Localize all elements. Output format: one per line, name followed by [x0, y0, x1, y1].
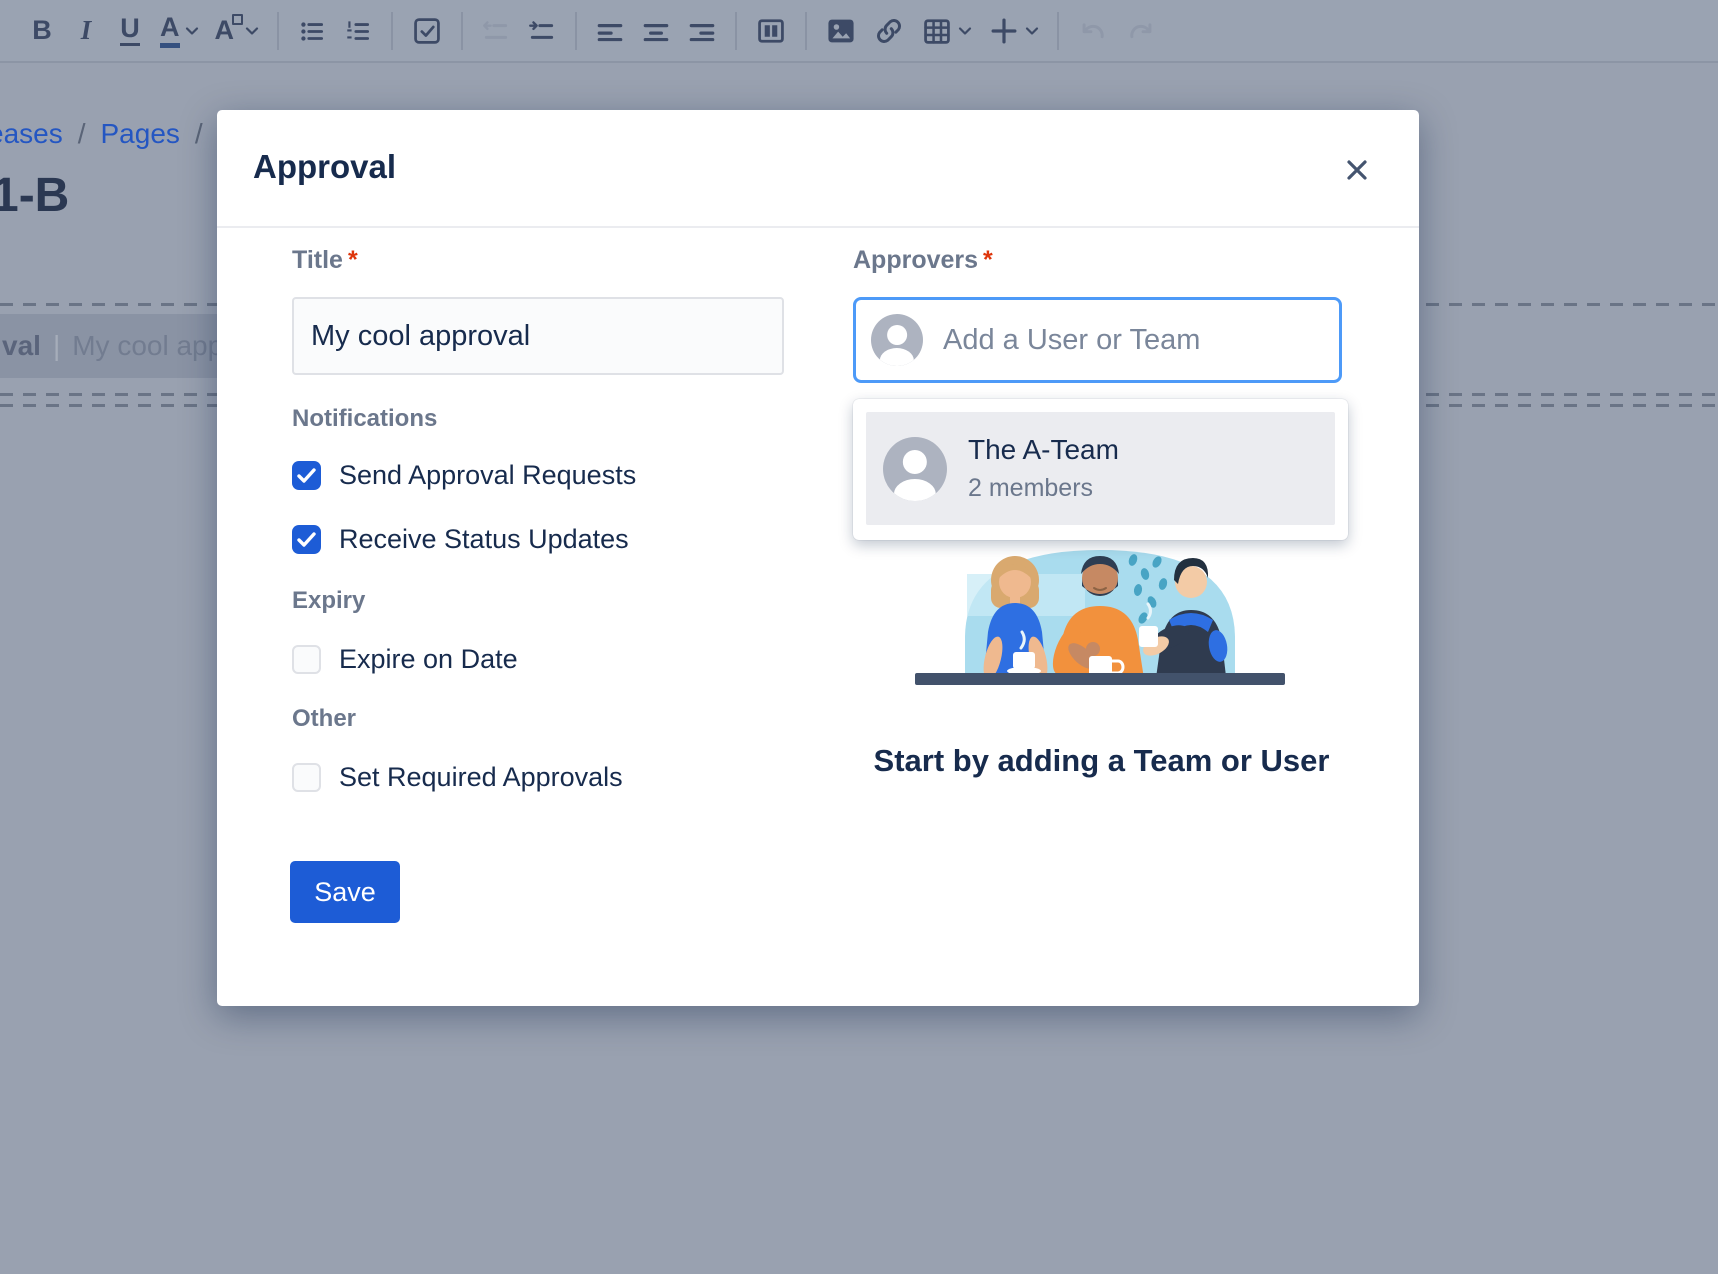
chevron-down-icon: [245, 26, 259, 36]
checkbox-label: Expire on Date: [339, 644, 518, 675]
expiry-section-heading: Expiry: [292, 587, 789, 615]
italic-button[interactable]: I: [64, 9, 108, 53]
chevron-down-icon: [1025, 26, 1039, 36]
task-list-icon: [411, 15, 443, 47]
align-center-icon: [641, 16, 671, 46]
undo-button[interactable]: [1069, 9, 1117, 53]
required-asterisk: *: [983, 246, 993, 274]
image-icon: [825, 15, 857, 47]
checkbox-label: Send Approval Requests: [339, 460, 636, 491]
chevron-down-icon: [185, 26, 199, 36]
chevron-down-icon: [958, 26, 972, 36]
align-center-button[interactable]: [633, 9, 679, 53]
avatar-placeholder-icon: [871, 314, 923, 366]
other-section-heading: Other: [292, 705, 789, 733]
breadcrumb-separator: /: [78, 118, 86, 150]
macro-separator: |: [53, 330, 60, 362]
more-formatting-button[interactable]: A: [207, 9, 268, 53]
toolbar-divider: [461, 12, 463, 50]
toolbar-divider: [805, 12, 807, 50]
editor-toolbar: B I U A A: [0, 0, 1718, 63]
link-icon: [873, 15, 905, 47]
insert-button[interactable]: [980, 9, 1047, 53]
bullet-list-button[interactable]: [289, 9, 335, 53]
underline-button[interactable]: U: [108, 9, 152, 53]
suggestion-the-a-team[interactable]: The A-Team 2 members: [866, 412, 1335, 525]
breadcrumb: eases / Pages / S: [0, 118, 236, 150]
toolbar-divider: [1057, 12, 1059, 50]
text-color-button[interactable]: A: [152, 9, 207, 53]
bold-button[interactable]: B: [20, 9, 64, 53]
numbered-list-icon: [343, 16, 373, 46]
task-list-button[interactable]: [403, 9, 451, 53]
dialog-right-column: Approvers* Add a User or Team The A-Team…: [853, 246, 1350, 540]
bold-icon: B: [32, 17, 52, 44]
toolbar-divider: [575, 12, 577, 50]
table-button[interactable]: [913, 9, 980, 53]
italic-icon: I: [81, 17, 92, 44]
text-color-icon: A: [160, 14, 180, 48]
approvers-field-label: Approvers*: [853, 246, 1350, 275]
image-button[interactable]: [817, 9, 865, 53]
align-right-icon: [687, 16, 717, 46]
checkbox-checked-icon[interactable]: [292, 525, 321, 554]
required-asterisk: *: [348, 246, 358, 274]
suggestion-name: The A-Team: [968, 434, 1119, 466]
outdent-button[interactable]: [473, 9, 519, 53]
close-button[interactable]: [1339, 152, 1375, 188]
toolbar-divider: [277, 12, 279, 50]
checkbox-label: Set Required Approvals: [339, 762, 623, 793]
checkbox-checked-icon[interactable]: [292, 461, 321, 490]
dialog-title: Approval: [253, 148, 396, 186]
more-formatting-icon: A: [215, 17, 235, 44]
bullet-list-icon: [297, 16, 327, 46]
undo-icon: [1077, 15, 1109, 47]
approvers-picker-input[interactable]: Add a User or Team: [853, 297, 1342, 383]
align-left-button[interactable]: [587, 9, 633, 53]
approvers-suggestions-dropdown: The A-Team 2 members: [853, 399, 1348, 540]
receive-status-updates-checkbox-row[interactable]: Receive Status Updates: [292, 521, 789, 557]
title-field-label: Title*: [292, 246, 789, 275]
indent-button[interactable]: [519, 9, 565, 53]
layouts-button[interactable]: [747, 9, 795, 53]
checkbox-label: Receive Status Updates: [339, 524, 629, 555]
checkbox-unchecked-icon[interactable]: [292, 763, 321, 792]
breadcrumb-link-pages[interactable]: Pages: [101, 118, 180, 150]
dialog-left-column: Title* Notifications Send Approval Reque…: [292, 246, 789, 923]
approvers-placeholder: Add a User or Team: [943, 324, 1200, 357]
breadcrumb-link-releases[interactable]: eases: [0, 118, 63, 150]
page-title: 1-B: [0, 168, 69, 223]
macro-label: val: [2, 330, 41, 362]
team-avatar-icon: [883, 437, 947, 501]
send-approval-requests-checkbox-row[interactable]: Send Approval Requests: [292, 457, 789, 493]
notifications-section-heading: Notifications: [292, 405, 789, 433]
toolbar-divider: [391, 12, 393, 50]
approval-dialog: Approval Title* Notifications Send Appro…: [217, 110, 1419, 1006]
redo-button[interactable]: [1117, 9, 1165, 53]
underline-icon: U: [120, 15, 140, 46]
close-icon: [1343, 156, 1371, 184]
indent-icon: [527, 16, 557, 46]
link-button[interactable]: [865, 9, 913, 53]
breadcrumb-separator: /: [195, 118, 203, 150]
layouts-icon: [755, 15, 787, 47]
save-button[interactable]: Save: [290, 861, 400, 923]
title-input[interactable]: [292, 297, 784, 375]
team-illustration: [905, 540, 1295, 685]
empty-state-message: Start by adding a Team or User: [853, 743, 1350, 779]
align-right-button[interactable]: [679, 9, 725, 53]
set-required-approvals-checkbox-row[interactable]: Set Required Approvals: [292, 759, 789, 795]
outdent-icon: [481, 16, 511, 46]
expire-on-date-checkbox-row[interactable]: Expire on Date: [292, 641, 789, 677]
table-icon: [921, 15, 953, 47]
dialog-header: Approval: [217, 110, 1419, 228]
redo-icon: [1125, 15, 1157, 47]
suggestion-member-count: 2 members: [968, 474, 1119, 503]
toolbar-divider: [735, 12, 737, 50]
plus-icon: [988, 15, 1020, 47]
checkbox-unchecked-icon[interactable]: [292, 645, 321, 674]
align-left-icon: [595, 16, 625, 46]
numbered-list-button[interactable]: [335, 9, 381, 53]
